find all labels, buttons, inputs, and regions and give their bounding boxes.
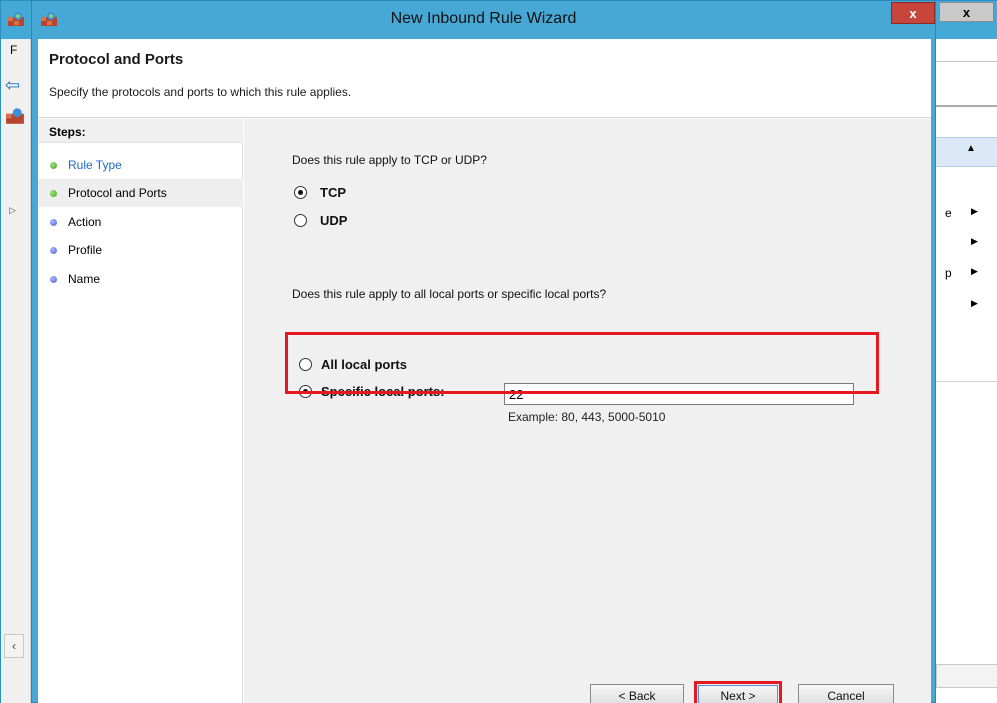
action-label: e	[945, 206, 952, 220]
step-profile: Profile	[38, 236, 243, 264]
steps-header: Steps:	[38, 119, 243, 143]
divider	[936, 105, 997, 107]
ports-example-hint: Example: 80, 443, 5000-5010	[508, 410, 666, 424]
tree-expand-icon[interactable]: ▷	[9, 205, 16, 216]
action-item[interactable]: p ▶	[945, 266, 995, 282]
step-pending-icon	[50, 247, 57, 254]
content-pane: Does this rule apply to TCP or UDP? TCP …	[244, 119, 931, 703]
console-tree-pane	[1, 39, 31, 703]
scroll-left-button[interactable]: ‹	[4, 634, 24, 658]
wizard-close-button[interactable]: x	[891, 2, 935, 24]
steps-pane: Steps: Rule Type Protocol and Ports Acti…	[38, 119, 243, 703]
wizard-titlebar[interactable]: New Inbound Rule Wizard x	[32, 1, 935, 39]
next-button-label[interactable]: Next >	[698, 685, 778, 703]
step-current-icon	[50, 190, 57, 197]
page-title: Protocol and Ports	[49, 51, 184, 68]
protocol-question: Does this rule apply to TCP or UDP?	[292, 153, 487, 167]
step-label: Action	[68, 215, 102, 229]
udp-label[interactable]: UDP	[320, 213, 347, 228]
tcp-radio[interactable]	[294, 186, 307, 199]
wizard-header: Protocol and Ports Specify the protocols…	[38, 39, 931, 118]
divider	[936, 381, 997, 382]
step-protocol-and-ports: Protocol and Ports	[38, 179, 243, 207]
back-button[interactable]: < Back	[590, 684, 684, 703]
collapse-up-icon[interactable]: ▲	[966, 143, 976, 154]
step-label: Profile	[68, 243, 103, 257]
firewall-icon	[6, 108, 24, 124]
step-completed-icon	[50, 162, 57, 169]
steps-title: Steps:	[49, 125, 86, 139]
firewall-icon	[8, 12, 24, 26]
step-label[interactable]: Rule Type	[68, 158, 122, 172]
wizard-title: New Inbound Rule Wizard	[390, 10, 577, 27]
action-item[interactable]: e ▶	[945, 206, 995, 222]
step-label: Name	[68, 272, 101, 286]
highlight-annotation	[285, 332, 879, 394]
tcp-label[interactable]: TCP	[320, 185, 346, 200]
udp-radio[interactable]	[294, 214, 307, 227]
actions-scroll-box[interactable]	[936, 664, 997, 688]
action-label: p	[945, 266, 952, 280]
divider	[936, 61, 997, 62]
action-item[interactable]: ▶	[945, 236, 995, 252]
step-rule-type[interactable]: Rule Type	[38, 151, 243, 179]
next-button[interactable]: Next >	[694, 681, 782, 703]
submenu-arrow-icon: ▶	[971, 236, 978, 246]
cancel-button[interactable]: Cancel	[798, 684, 894, 703]
submenu-arrow-icon: ▶	[971, 206, 978, 216]
page-subtitle: Specify the protocols and ports to which…	[49, 85, 352, 99]
ports-question: Does this rule apply to all local ports …	[292, 287, 607, 301]
step-pending-icon	[50, 276, 57, 283]
step-label: Protocol and Ports	[68, 186, 167, 200]
submenu-arrow-icon: ▶	[971, 266, 978, 276]
step-name: Name	[38, 265, 243, 293]
console-close-button[interactable]: x	[939, 2, 994, 22]
submenu-arrow-icon: ▶	[971, 298, 978, 308]
step-action: Action	[38, 208, 243, 236]
file-menu[interactable]: F	[10, 43, 17, 57]
action-item[interactable]: ▶	[945, 298, 995, 314]
back-arrow-icon[interactable]: ⇦	[5, 75, 27, 95]
step-pending-icon	[50, 219, 57, 226]
